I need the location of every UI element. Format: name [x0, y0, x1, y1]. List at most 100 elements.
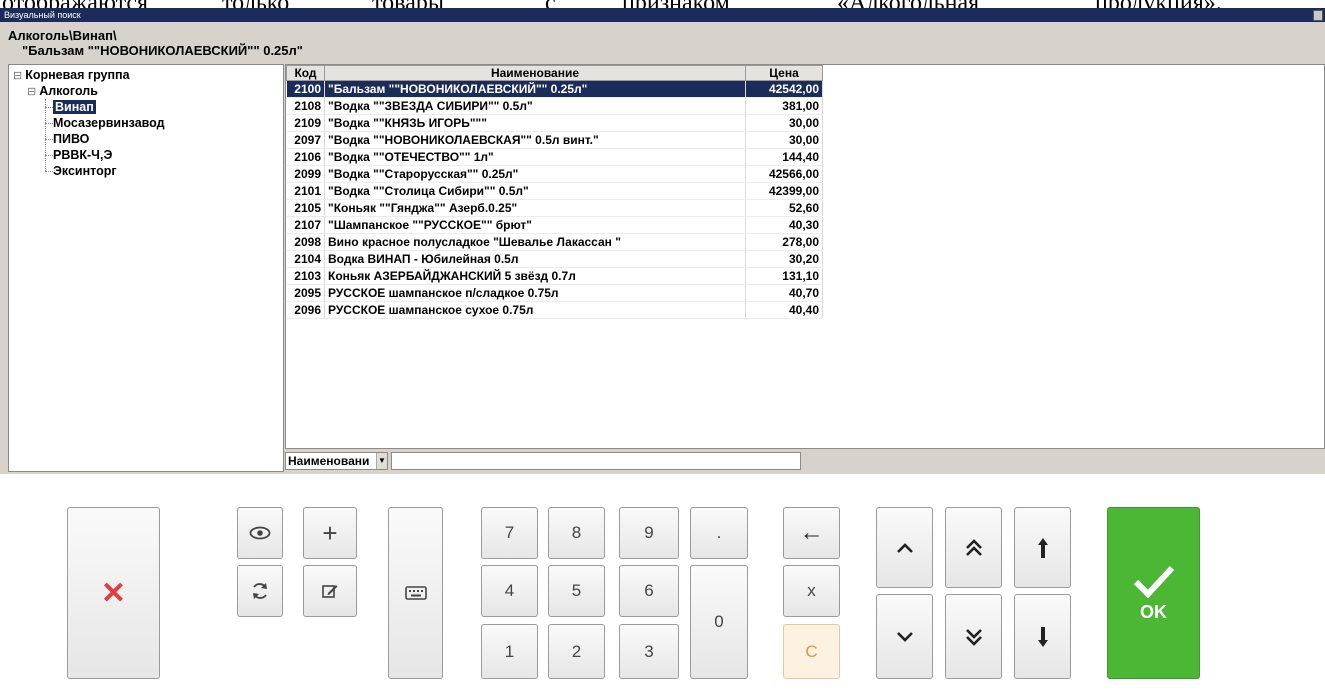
cell-price: 381,00: [745, 97, 823, 115]
tree-node-eksintorg[interactable]: Эксинторг: [53, 163, 117, 179]
selection-header: Алкоголь\Винап\ "Бальзам ""НОВОНИКОЛАЕВС…: [0, 22, 1325, 62]
window-titlebar: Визуальный поиск: [0, 8, 1325, 22]
cell-price: 30,20: [745, 250, 823, 268]
tree-connector: [45, 139, 53, 140]
cell-price: 42399,00: [745, 182, 823, 200]
digit-1-button[interactable]: 1: [481, 624, 538, 679]
group-tree[interactable]: ⊟ Корневая группа ⊟ Алкоголь Винап Мосазер…: [8, 64, 284, 472]
tree-connector: [45, 155, 53, 156]
tree-node-rvvk[interactable]: РВВК-Ч,Э: [53, 147, 112, 163]
cell-name: "Водка ""Старорусская"" 0.25л": [324, 165, 746, 183]
checkmark-icon: [1133, 565, 1174, 598]
chevron-down-icon[interactable]: ▼: [376, 453, 387, 469]
table-row[interactable]: 2106 "Водка ""ОТЕЧЕСТВО"" 1л" 144,40: [286, 148, 823, 166]
cell-price: 131,10: [745, 267, 823, 285]
cell-price: 144,40: [745, 148, 823, 166]
table-row[interactable]: 2108 "Водка ""ЗВЕЗДА СИБИРИ"" 0.5л" 381,00: [286, 97, 823, 115]
doc-word: отображаются: [2, 0, 148, 8]
digit-8-button[interactable]: 8: [548, 507, 605, 559]
table-row[interactable]: 2095 РУССКОЕ шампанское п/сладкое 0.75л 40…: [286, 284, 823, 302]
digit-6-button[interactable]: 6: [619, 565, 679, 617]
cell-price: 30,00: [745, 131, 823, 149]
cell-name: РУССКОЕ шампанское п/сладкое 0.75л: [324, 284, 746, 302]
clear-button[interactable]: C: [783, 624, 840, 679]
cell-code: 2107: [286, 216, 325, 234]
table-row[interactable]: 2098 Вино красное полусладкое "Шевалье Ла…: [286, 233, 823, 251]
product-grid[interactable]: Код Наименование Цена 2100 "Бальзам ""НОВ…: [285, 64, 1325, 449]
refresh-button[interactable]: [237, 565, 283, 617]
decimal-point-button[interactable]: .: [690, 507, 748, 559]
window-menu-button[interactable]: [1313, 10, 1323, 21]
cell-code: 2109: [286, 114, 325, 132]
search-field-select[interactable]: Наименовани ▼: [285, 452, 388, 470]
table-row[interactable]: 2100 "Бальзам ""НОВОНИКОЛАЕВСКИЙ"" 0.25л"…: [286, 80, 823, 98]
tree-node-alcohol[interactable]: ⊟ Алкоголь: [27, 83, 98, 99]
search-field-label: Наименовани: [288, 454, 370, 468]
table-row[interactable]: 2107 "Шампанское ""РУССКОЕ"" брют" 40,30: [286, 216, 823, 234]
digit-7-button[interactable]: 7: [481, 507, 538, 559]
edit-button[interactable]: [303, 565, 357, 617]
chevron-up-icon: [896, 542, 913, 553]
double-chevron-up-icon: [965, 538, 982, 556]
multiply-button[interactable]: x: [783, 565, 840, 617]
cell-code: 2106: [286, 148, 325, 166]
digit-3-button[interactable]: 3: [619, 624, 679, 679]
tree-node-label: Корневая группа: [25, 68, 130, 82]
table-row[interactable]: 2101 "Водка ""Столица Сибири"" 0.5л" 42399…: [286, 182, 823, 200]
column-header-code[interactable]: Код: [286, 65, 325, 81]
digit-9-button[interactable]: 9: [619, 507, 679, 559]
plus-icon: +: [322, 517, 338, 548]
tree-node-mosazervinzavod[interactable]: Мосазервинзавод: [53, 115, 165, 131]
page-up-button[interactable]: [945, 507, 1002, 588]
cell-name: "Водка ""КНЯЗЬ ИГОРЬ""": [324, 114, 746, 132]
table-row[interactable]: 2097 "Водка ""НОВОНИКОЛАЕВСКАЯ"" 0.5л вин…: [286, 131, 823, 149]
digit-4-button[interactable]: 4: [481, 565, 538, 617]
tree-node-label: ПИВО: [53, 132, 90, 146]
keyboard-icon: [404, 586, 427, 600]
doc-word: признаком: [622, 0, 730, 8]
tree-node-root[interactable]: ⊟ Корневая группа: [13, 67, 130, 83]
digit-2-button[interactable]: 2: [548, 624, 605, 679]
edit-icon: [322, 585, 338, 598]
digit-0-button[interactable]: 0: [690, 565, 748, 679]
last-button[interactable]: [1014, 594, 1071, 679]
table-row[interactable]: 2103 Коньяк АЗЕРБАЙДЖАНСКИЙ 5 звёзд 0.7л 1…: [286, 267, 823, 285]
doc-word: с: [545, 0, 556, 8]
search-input[interactable]: [391, 452, 801, 470]
cell-price: 52,60: [745, 199, 823, 217]
first-button[interactable]: [1014, 507, 1071, 588]
table-row[interactable]: 2104 Водка ВИНАП - Юбилейная 0.5л 30,20: [286, 250, 823, 268]
keyboard-button[interactable]: [388, 507, 443, 679]
visual-search-window: Алкоголь\Винап\ "Бальзам ""НОВОНИКОЛАЕВС…: [0, 22, 1325, 474]
up-button[interactable]: [876, 507, 933, 588]
page-down-button[interactable]: [945, 594, 1002, 679]
backspace-button[interactable]: ←: [783, 507, 840, 559]
cell-price: 42542,00: [745, 80, 823, 98]
tree-connector: [45, 99, 46, 171]
document-text-fragment: отображаются только товары с признаком «…: [0, 0, 1325, 8]
ok-button[interactable]: OK: [1107, 507, 1200, 679]
tree-node-vinap[interactable]: Винап: [53, 99, 96, 115]
doc-word: продукция».: [1095, 0, 1222, 8]
column-header-name[interactable]: Наименование: [324, 65, 746, 81]
collapse-icon[interactable]: ⊟: [13, 70, 22, 82]
cell-code: 2097: [286, 131, 325, 149]
arrow-left-icon: ←: [799, 519, 824, 546]
cell-name: Вино красное полусладкое "Шевалье Лакасс…: [324, 233, 746, 251]
down-button[interactable]: [876, 594, 933, 679]
tree-node-pivo[interactable]: ПИВО: [53, 131, 89, 147]
cell-price: 40,70: [745, 284, 823, 302]
collapse-icon[interactable]: ⊟: [27, 86, 36, 98]
table-row[interactable]: 2096 РУССКОЕ шампанское сухое 0.75л 40,40: [286, 301, 823, 319]
table-row[interactable]: 2109 "Водка ""КНЯЗЬ ИГОРЬ""" 30,00: [286, 114, 823, 132]
eye-icon: [249, 526, 271, 540]
view-button[interactable]: [237, 507, 283, 559]
table-row[interactable]: 2105 "Коньяк ""Гянджа"" Азерб.0.25" 52,60: [286, 199, 823, 217]
digit-5-button[interactable]: 5: [548, 565, 605, 617]
cell-name: "Коньяк ""Гянджа"" Азерб.0.25": [324, 199, 746, 217]
doc-word: «Алкогольная: [837, 0, 979, 8]
column-header-price[interactable]: Цена: [745, 65, 823, 81]
add-button[interactable]: +: [303, 507, 357, 559]
cancel-button[interactable]: ✕: [67, 507, 160, 679]
table-row[interactable]: 2099 "Водка ""Старорусская"" 0.25л" 42566,…: [286, 165, 823, 183]
